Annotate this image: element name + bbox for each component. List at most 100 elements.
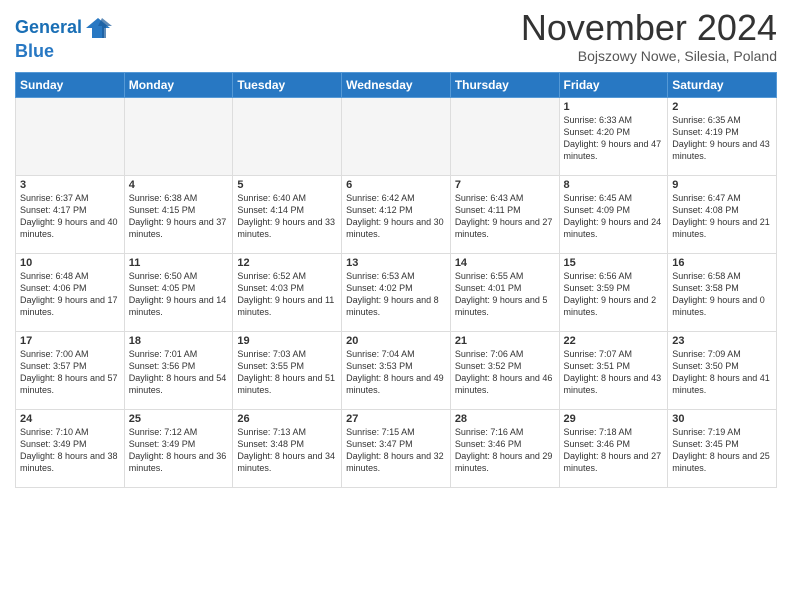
col-monday: Monday bbox=[124, 73, 233, 98]
calendar-cell: 13Sunrise: 6:53 AMSunset: 4:02 PMDayligh… bbox=[342, 254, 451, 332]
calendar-cell: 3Sunrise: 6:37 AMSunset: 4:17 PMDaylight… bbox=[16, 176, 125, 254]
calendar-week-3: 10Sunrise: 6:48 AMSunset: 4:06 PMDayligh… bbox=[16, 254, 777, 332]
day-info: Sunrise: 7:19 AMSunset: 3:45 PMDaylight:… bbox=[672, 426, 772, 475]
day-number: 30 bbox=[672, 413, 772, 425]
day-info: Sunrise: 6:48 AMSunset: 4:06 PMDaylight:… bbox=[20, 270, 120, 319]
calendar-cell: 9Sunrise: 6:47 AMSunset: 4:08 PMDaylight… bbox=[668, 176, 777, 254]
day-number: 24 bbox=[20, 413, 120, 425]
day-number: 7 bbox=[455, 179, 555, 191]
calendar-cell: 18Sunrise: 7:01 AMSunset: 3:56 PMDayligh… bbox=[124, 332, 233, 410]
day-info: Sunrise: 7:15 AMSunset: 3:47 PMDaylight:… bbox=[346, 426, 446, 475]
calendar-cell: 15Sunrise: 6:56 AMSunset: 3:59 PMDayligh… bbox=[559, 254, 668, 332]
logo-text: General bbox=[15, 18, 82, 38]
day-info: Sunrise: 6:38 AMSunset: 4:15 PMDaylight:… bbox=[129, 192, 229, 241]
day-info: Sunrise: 6:50 AMSunset: 4:05 PMDaylight:… bbox=[129, 270, 229, 319]
calendar-cell: 22Sunrise: 7:07 AMSunset: 3:51 PMDayligh… bbox=[559, 332, 668, 410]
day-number: 27 bbox=[346, 413, 446, 425]
day-number: 12 bbox=[237, 257, 337, 269]
day-number: 28 bbox=[455, 413, 555, 425]
day-number: 8 bbox=[564, 179, 664, 191]
calendar-table: Sunday Monday Tuesday Wednesday Thursday… bbox=[15, 72, 777, 488]
day-info: Sunrise: 7:07 AMSunset: 3:51 PMDaylight:… bbox=[564, 348, 664, 397]
calendar-cell bbox=[124, 98, 233, 176]
calendar-header-row: Sunday Monday Tuesday Wednesday Thursday… bbox=[16, 73, 777, 98]
calendar-cell: 28Sunrise: 7:16 AMSunset: 3:46 PMDayligh… bbox=[450, 410, 559, 488]
calendar-cell: 11Sunrise: 6:50 AMSunset: 4:05 PMDayligh… bbox=[124, 254, 233, 332]
day-info: Sunrise: 6:40 AMSunset: 4:14 PMDaylight:… bbox=[237, 192, 337, 241]
day-info: Sunrise: 7:10 AMSunset: 3:49 PMDaylight:… bbox=[20, 426, 120, 475]
calendar-cell: 29Sunrise: 7:18 AMSunset: 3:46 PMDayligh… bbox=[559, 410, 668, 488]
col-tuesday: Tuesday bbox=[233, 73, 342, 98]
calendar-week-1: 1Sunrise: 6:33 AMSunset: 4:20 PMDaylight… bbox=[16, 98, 777, 176]
calendar-week-4: 17Sunrise: 7:00 AMSunset: 3:57 PMDayligh… bbox=[16, 332, 777, 410]
calendar-cell: 27Sunrise: 7:15 AMSunset: 3:47 PMDayligh… bbox=[342, 410, 451, 488]
day-number: 6 bbox=[346, 179, 446, 191]
calendar-cell bbox=[342, 98, 451, 176]
calendar-cell: 16Sunrise: 6:58 AMSunset: 3:58 PMDayligh… bbox=[668, 254, 777, 332]
day-info: Sunrise: 7:16 AMSunset: 3:46 PMDaylight:… bbox=[455, 426, 555, 475]
day-number: 2 bbox=[672, 101, 772, 113]
calendar-cell: 14Sunrise: 6:55 AMSunset: 4:01 PMDayligh… bbox=[450, 254, 559, 332]
calendar-cell: 25Sunrise: 7:12 AMSunset: 3:49 PMDayligh… bbox=[124, 410, 233, 488]
day-info: Sunrise: 6:58 AMSunset: 3:58 PMDaylight:… bbox=[672, 270, 772, 319]
day-info: Sunrise: 6:56 AMSunset: 3:59 PMDaylight:… bbox=[564, 270, 664, 319]
title-block: November 2024 Bojszowy Nowe, Silesia, Po… bbox=[521, 10, 777, 64]
day-number: 23 bbox=[672, 335, 772, 347]
calendar-cell: 23Sunrise: 7:09 AMSunset: 3:50 PMDayligh… bbox=[668, 332, 777, 410]
calendar-week-2: 3Sunrise: 6:37 AMSunset: 4:17 PMDaylight… bbox=[16, 176, 777, 254]
calendar-cell: 10Sunrise: 6:48 AMSunset: 4:06 PMDayligh… bbox=[16, 254, 125, 332]
day-number: 26 bbox=[237, 413, 337, 425]
calendar-cell: 19Sunrise: 7:03 AMSunset: 3:55 PMDayligh… bbox=[233, 332, 342, 410]
day-number: 19 bbox=[237, 335, 337, 347]
day-info: Sunrise: 7:04 AMSunset: 3:53 PMDaylight:… bbox=[346, 348, 446, 397]
day-info: Sunrise: 6:42 AMSunset: 4:12 PMDaylight:… bbox=[346, 192, 446, 241]
day-number: 20 bbox=[346, 335, 446, 347]
day-number: 10 bbox=[20, 257, 120, 269]
day-info: Sunrise: 7:09 AMSunset: 3:50 PMDaylight:… bbox=[672, 348, 772, 397]
day-number: 11 bbox=[129, 257, 229, 269]
calendar-cell: 2Sunrise: 6:35 AMSunset: 4:19 PMDaylight… bbox=[668, 98, 777, 176]
day-number: 14 bbox=[455, 257, 555, 269]
day-info: Sunrise: 7:18 AMSunset: 3:46 PMDaylight:… bbox=[564, 426, 664, 475]
calendar-cell: 20Sunrise: 7:04 AMSunset: 3:53 PMDayligh… bbox=[342, 332, 451, 410]
logo-icon bbox=[84, 14, 112, 42]
day-number: 22 bbox=[564, 335, 664, 347]
day-number: 16 bbox=[672, 257, 772, 269]
calendar-cell: 4Sunrise: 6:38 AMSunset: 4:15 PMDaylight… bbox=[124, 176, 233, 254]
day-number: 21 bbox=[455, 335, 555, 347]
day-info: Sunrise: 6:53 AMSunset: 4:02 PMDaylight:… bbox=[346, 270, 446, 319]
day-info: Sunrise: 6:47 AMSunset: 4:08 PMDaylight:… bbox=[672, 192, 772, 241]
calendar-cell: 17Sunrise: 7:00 AMSunset: 3:57 PMDayligh… bbox=[16, 332, 125, 410]
day-info: Sunrise: 6:43 AMSunset: 4:11 PMDaylight:… bbox=[455, 192, 555, 241]
day-number: 25 bbox=[129, 413, 229, 425]
calendar-cell bbox=[16, 98, 125, 176]
day-info: Sunrise: 6:52 AMSunset: 4:03 PMDaylight:… bbox=[237, 270, 337, 319]
day-info: Sunrise: 6:37 AMSunset: 4:17 PMDaylight:… bbox=[20, 192, 120, 241]
day-info: Sunrise: 6:35 AMSunset: 4:19 PMDaylight:… bbox=[672, 114, 772, 163]
calendar-container: General Blue November 2024 Bojszowy Nowe… bbox=[0, 0, 792, 493]
col-thursday: Thursday bbox=[450, 73, 559, 98]
day-info: Sunrise: 6:33 AMSunset: 4:20 PMDaylight:… bbox=[564, 114, 664, 163]
day-number: 9 bbox=[672, 179, 772, 191]
calendar-cell: 21Sunrise: 7:06 AMSunset: 3:52 PMDayligh… bbox=[450, 332, 559, 410]
header: General Blue November 2024 Bojszowy Nowe… bbox=[15, 10, 777, 64]
day-info: Sunrise: 6:45 AMSunset: 4:09 PMDaylight:… bbox=[564, 192, 664, 241]
day-number: 29 bbox=[564, 413, 664, 425]
calendar-cell: 6Sunrise: 6:42 AMSunset: 4:12 PMDaylight… bbox=[342, 176, 451, 254]
col-saturday: Saturday bbox=[668, 73, 777, 98]
calendar-cell: 7Sunrise: 6:43 AMSunset: 4:11 PMDaylight… bbox=[450, 176, 559, 254]
logo-line2: Blue bbox=[15, 42, 112, 62]
day-number: 4 bbox=[129, 179, 229, 191]
calendar-cell: 8Sunrise: 6:45 AMSunset: 4:09 PMDaylight… bbox=[559, 176, 668, 254]
day-info: Sunrise: 7:06 AMSunset: 3:52 PMDaylight:… bbox=[455, 348, 555, 397]
day-info: Sunrise: 7:00 AMSunset: 3:57 PMDaylight:… bbox=[20, 348, 120, 397]
day-number: 5 bbox=[237, 179, 337, 191]
calendar-cell: 5Sunrise: 6:40 AMSunset: 4:14 PMDaylight… bbox=[233, 176, 342, 254]
day-info: Sunrise: 6:55 AMSunset: 4:01 PMDaylight:… bbox=[455, 270, 555, 319]
calendar-cell: 30Sunrise: 7:19 AMSunset: 3:45 PMDayligh… bbox=[668, 410, 777, 488]
col-wednesday: Wednesday bbox=[342, 73, 451, 98]
col-sunday: Sunday bbox=[16, 73, 125, 98]
location: Bojszowy Nowe, Silesia, Poland bbox=[521, 48, 777, 64]
day-info: Sunrise: 7:03 AMSunset: 3:55 PMDaylight:… bbox=[237, 348, 337, 397]
calendar-cell: 24Sunrise: 7:10 AMSunset: 3:49 PMDayligh… bbox=[16, 410, 125, 488]
